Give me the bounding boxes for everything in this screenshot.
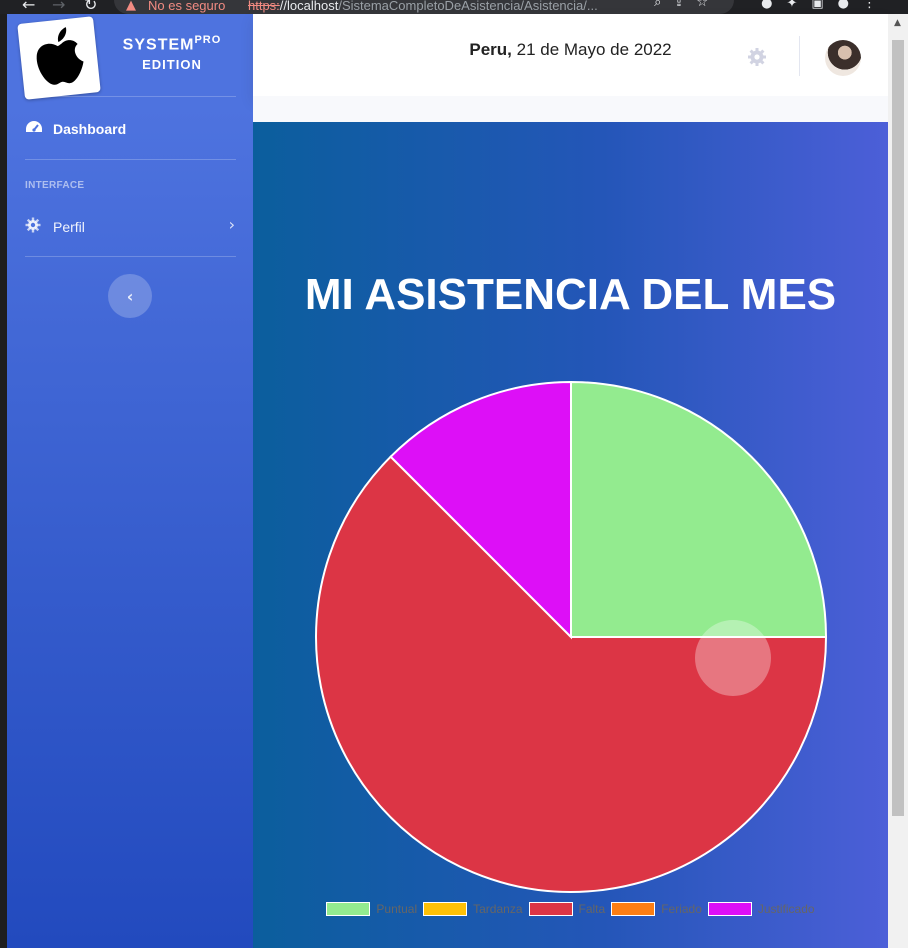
legend-label: Tardanza xyxy=(473,902,523,916)
legend-item-feriado[interactable]: Feriado xyxy=(611,902,702,916)
sidebar-toggle-button[interactable]: ‹ xyxy=(108,274,152,318)
scroll-up-icon[interactable]: ▲ xyxy=(894,18,901,28)
main-content: MI ASISTENCIA DEL MES Puntual Tardanza Fal… xyxy=(253,122,888,948)
page-scrollbar[interactable]: ▲ xyxy=(888,14,908,948)
country-label: Peru, xyxy=(469,40,512,59)
brand-sup: PRO xyxy=(194,34,222,46)
legend-swatch xyxy=(326,902,371,916)
legend-item-tardanza[interactable]: Tardanza xyxy=(423,902,523,916)
sidebar-divider xyxy=(25,256,236,257)
legend-label: Justificado xyxy=(757,902,815,916)
url-text[interactable]: https://localhost/SistemaCompletoDeAsist… xyxy=(248,0,598,13)
legend-item-justificado[interactable]: Justificado xyxy=(707,902,815,916)
apple-logo-icon xyxy=(36,27,84,85)
browser-toolbar: ← → ↻ ▲ No es seguro https://localhost/S… xyxy=(0,0,908,14)
legend-label: Puntual xyxy=(376,902,418,916)
url-path: /SistemaCompletoDeAsistencia/Asistencia/… xyxy=(338,0,598,13)
security-label: No es seguro xyxy=(148,0,226,13)
legend-swatch xyxy=(611,902,656,916)
content-gap xyxy=(253,96,888,122)
date-display: Peru, 21 de Mayo de 2022 xyxy=(253,40,888,60)
chevron-right-icon: › xyxy=(228,215,235,234)
legend-swatch xyxy=(528,902,573,916)
legend-swatch xyxy=(423,902,468,916)
user-avatar[interactable] xyxy=(825,40,861,76)
sidebar-item-dashboard[interactable]: Dashboard xyxy=(25,120,126,137)
back-icon[interactable]: ← xyxy=(22,0,35,14)
settings-gear-icon[interactable] xyxy=(747,47,767,67)
url-host: //localhost xyxy=(279,0,339,13)
legend-swatch xyxy=(707,902,752,916)
sidebar-item-label: Perfil xyxy=(53,218,85,235)
extension-icons[interactable]: ●✦▣●⋮ xyxy=(761,0,890,11)
legend-label: Feriado xyxy=(661,902,702,916)
cursor-highlight xyxy=(695,620,771,696)
legend-label: Falta xyxy=(578,902,606,916)
forward-icon[interactable]: → xyxy=(52,0,65,14)
brand-name[interactable]: SYSTEMPRO EDITION xyxy=(113,34,231,72)
sidebar-heading: INTERFACE xyxy=(25,180,85,191)
legend-item-falta[interactable]: Falta xyxy=(528,902,606,916)
brand-line2: EDITION xyxy=(142,57,202,73)
url-tools[interactable]: ⌕⇪☆ xyxy=(654,0,720,10)
sidebar-divider xyxy=(25,96,236,97)
sidebar: SYSTEMPRO EDITION Dashboard INTERFACE Pe… xyxy=(7,14,253,948)
sidebar-item-label: Dashboard xyxy=(53,120,127,137)
legend-item-puntual[interactable]: Puntual xyxy=(326,902,417,916)
background-editor-strip xyxy=(0,14,7,948)
scrollbar-thumb[interactable] xyxy=(892,40,904,816)
gear-icon xyxy=(25,217,43,236)
topbar-divider xyxy=(799,36,800,76)
tachometer-icon xyxy=(25,120,43,137)
warning-icon: ▲ xyxy=(126,0,136,13)
sidebar-divider xyxy=(25,159,236,160)
date-label: 21 de Mayo de 2022 xyxy=(516,40,672,59)
chevron-left-icon: ‹ xyxy=(126,286,134,306)
sidebar-item-perfil[interactable]: Perfil › xyxy=(25,215,235,236)
reload-icon[interactable]: ↻ xyxy=(84,0,97,14)
topbar: Peru, 21 de Mayo de 2022 xyxy=(253,14,888,96)
attendance-pie-chart[interactable] xyxy=(253,122,888,948)
url-scheme: https: xyxy=(248,0,280,13)
brand-line1: SYSTEM xyxy=(122,36,195,54)
brand-logo[interactable] xyxy=(17,16,101,100)
address-bar[interactable]: ▲ No es seguro https://localhost/Sistema… xyxy=(114,0,734,14)
chart-legend: Puntual Tardanza Falta Feriado Justificado xyxy=(253,902,888,916)
pie-slice-puntual[interactable] xyxy=(570,380,828,638)
